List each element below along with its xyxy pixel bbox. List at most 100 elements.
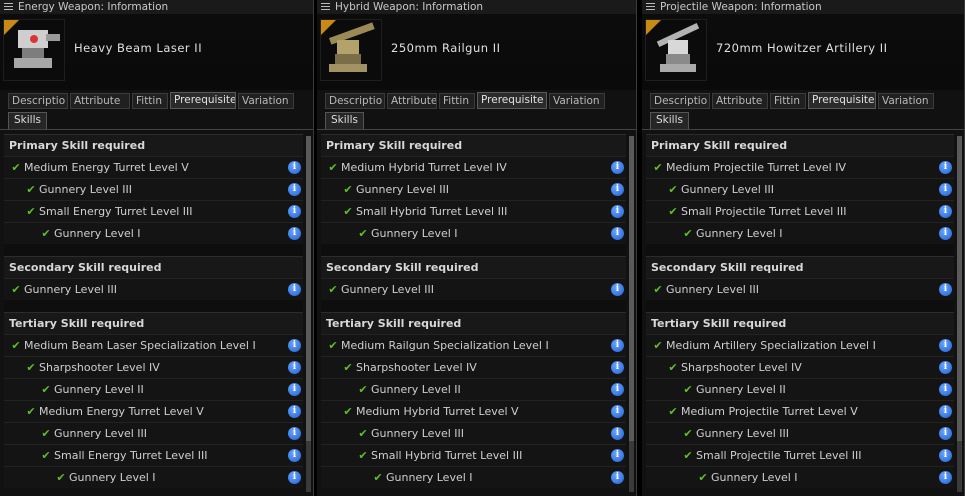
menu-icon[interactable] [4, 3, 13, 11]
tab-variations[interactable]: Variation [238, 93, 294, 109]
tab-variations[interactable]: Variation [878, 93, 934, 109]
info-icon[interactable]: i [611, 183, 624, 196]
skill-row[interactable]: ✔ Gunnery Level III i [321, 422, 626, 444]
info-icon[interactable]: i [939, 405, 952, 418]
skill-row[interactable]: ✔ Gunnery Level II i [321, 378, 626, 400]
scrollbar-thumb[interactable] [629, 136, 634, 441]
menu-icon[interactable] [321, 3, 330, 11]
info-icon[interactable]: i [288, 339, 301, 352]
skill-row[interactable]: ✔ Sharpshooter Level IV i [646, 356, 954, 378]
title-bar[interactable]: Projectile Weapon: Information«» [642, 0, 964, 24]
info-icon[interactable]: i [939, 383, 952, 396]
scrollbar-thumb[interactable] [306, 136, 311, 441]
skill-row[interactable]: ✔ Gunnery Level I i [321, 222, 626, 244]
tab-attributes[interactable]: Attribute [387, 93, 437, 109]
info-icon[interactable]: i [288, 283, 301, 296]
skill-row[interactable]: ✔ Small Energy Turret Level III i [4, 444, 303, 466]
info-icon[interactable]: i [939, 449, 952, 462]
skill-row[interactable]: ✔ Gunnery Level III i [646, 278, 954, 300]
tab-description[interactable]: Descriptio [650, 93, 710, 109]
info-icon[interactable]: i [288, 183, 301, 196]
info-icon[interactable]: i [939, 471, 952, 484]
info-icon[interactable]: i [611, 471, 624, 484]
tab-fitting[interactable]: Fittin [770, 93, 806, 109]
skill-row[interactable]: ✔ Medium Railgun Specialization Level I i [321, 334, 626, 356]
info-icon[interactable]: i [939, 161, 952, 174]
info-icon[interactable]: i [611, 227, 624, 240]
info-icon[interactable]: i [288, 471, 301, 484]
item-thumbnail[interactable] [3, 19, 65, 81]
tab-variations[interactable]: Variation [549, 93, 605, 109]
info-icon[interactable]: i [288, 205, 301, 218]
subtab-skills[interactable]: Skills [325, 112, 364, 129]
info-icon[interactable]: i [939, 361, 952, 374]
info-icon[interactable]: i [611, 427, 624, 440]
info-icon[interactable]: i [611, 383, 624, 396]
scrollbar-thumb[interactable] [957, 136, 962, 441]
skill-row[interactable]: ✔ Small Energy Turret Level III i [4, 200, 303, 222]
scrollbar[interactable] [629, 136, 634, 492]
tab-attributes[interactable]: Attribute [70, 93, 130, 109]
info-icon[interactable]: i [939, 205, 952, 218]
info-icon[interactable]: i [939, 227, 952, 240]
skill-row[interactable]: ✔ Gunnery Level III i [4, 278, 303, 300]
info-icon[interactable]: i [611, 161, 624, 174]
skill-row[interactable]: ✔ Sharpshooter Level IV i [4, 356, 303, 378]
skill-row[interactable]: ✔ Gunnery Level I i [646, 222, 954, 244]
skill-row[interactable]: ✔ Medium Projectile Turret Level IV i [646, 156, 954, 178]
tab-attributes[interactable]: Attribute [712, 93, 768, 109]
item-thumbnail[interactable] [320, 19, 382, 81]
skill-row[interactable]: ✔ Medium Energy Turret Level V i [4, 156, 303, 178]
skill-row[interactable]: ✔ Gunnery Level III i [646, 422, 954, 444]
info-icon[interactable]: i [611, 283, 624, 296]
info-icon[interactable]: i [939, 283, 952, 296]
tab-prerequisites[interactable]: Prerequisite [477, 92, 547, 109]
skill-row[interactable]: ✔ Gunnery Level III i [646, 178, 954, 200]
info-icon[interactable]: i [611, 205, 624, 218]
skill-row[interactable]: ✔ Medium Energy Turret Level V i [4, 400, 303, 422]
info-icon[interactable]: i [288, 449, 301, 462]
menu-icon[interactable] [646, 3, 655, 11]
info-icon[interactable]: i [288, 427, 301, 440]
info-icon[interactable]: i [611, 361, 624, 374]
skill-row[interactable]: ✔ Small Projectile Turret Level III i [646, 200, 954, 222]
info-icon[interactable]: i [288, 405, 301, 418]
skill-row[interactable]: ✔ Gunnery Level III i [321, 178, 626, 200]
title-bar[interactable]: Energy Weapon: Information«» [0, 0, 313, 24]
scrollbar[interactable] [957, 136, 962, 492]
skill-row[interactable]: ✔ Gunnery Level I i [4, 466, 303, 488]
skill-row[interactable]: ✔ Gunnery Level III i [4, 422, 303, 444]
skill-row[interactable]: ✔ Small Hybrid Turret Level III i [321, 200, 626, 222]
skill-row[interactable]: ✔ Gunnery Level III i [4, 178, 303, 200]
skill-row[interactable]: ✔ Gunnery Level II i [4, 378, 303, 400]
info-icon[interactable]: i [611, 405, 624, 418]
skill-row[interactable]: ✔ Medium Artillery Specialization Level I… [646, 334, 954, 356]
skill-row[interactable]: ✔ Gunnery Level III i [321, 278, 626, 300]
tab-description[interactable]: Descriptio [325, 93, 385, 109]
skill-row[interactable]: ✔ Medium Hybrid Turret Level IV i [321, 156, 626, 178]
info-icon[interactable]: i [611, 339, 624, 352]
title-bar[interactable]: Hybrid Weapon: Information«» [317, 0, 636, 24]
skill-row[interactable]: ✔ Medium Beam Laser Specialization Level … [4, 334, 303, 356]
info-icon[interactable]: i [288, 161, 301, 174]
item-thumbnail[interactable] [645, 19, 707, 81]
skill-row[interactable]: ✔ Gunnery Level I i [646, 466, 954, 488]
skill-row[interactable]: ✔ Gunnery Level I i [4, 222, 303, 244]
info-icon[interactable]: i [288, 361, 301, 374]
scrollbar[interactable] [306, 136, 311, 492]
info-icon[interactable]: i [288, 227, 301, 240]
subtab-skills[interactable]: Skills [650, 112, 689, 129]
skill-row[interactable]: ✔ Gunnery Level I i [321, 466, 626, 488]
info-icon[interactable]: i [288, 383, 301, 396]
tab-prerequisites[interactable]: Prerequisite [170, 92, 236, 109]
info-icon[interactable]: i [611, 449, 624, 462]
skill-row[interactable]: ✔ Gunnery Level II i [646, 378, 954, 400]
info-icon[interactable]: i [939, 339, 952, 352]
tab-fitting[interactable]: Fittin [439, 93, 475, 109]
tab-description[interactable]: Descriptio [8, 93, 68, 109]
skill-row[interactable]: ✔ Small Projectile Turret Level III i [646, 444, 954, 466]
info-icon[interactable]: i [939, 183, 952, 196]
skill-row[interactable]: ✔ Sharpshooter Level IV i [321, 356, 626, 378]
subtab-skills[interactable]: Skills [8, 112, 47, 129]
skill-row[interactable]: ✔ Medium Hybrid Turret Level V i [321, 400, 626, 422]
